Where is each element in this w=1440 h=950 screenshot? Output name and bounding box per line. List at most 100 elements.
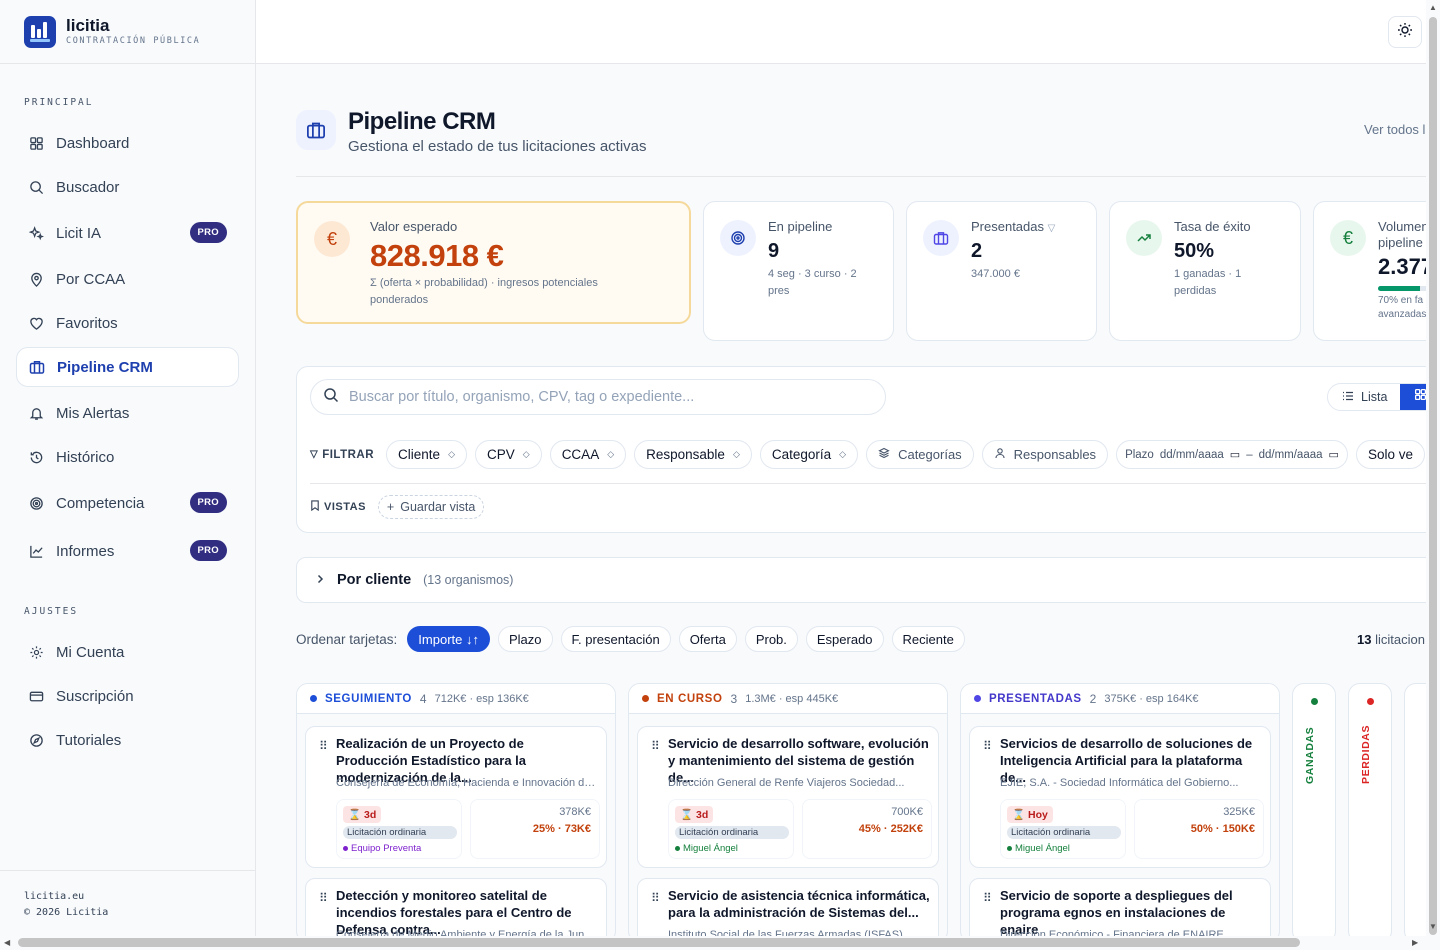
search-input[interactable]	[349, 389, 869, 405]
column-ganadas-collapsed[interactable]: GANADAS	[1292, 683, 1336, 937]
status-dot	[1367, 698, 1374, 705]
categorias-button[interactable]: Categorías	[866, 440, 974, 469]
sort-reciente[interactable]: Reciente	[891, 626, 965, 652]
sidebar-item-buscador[interactable]: Buscador	[16, 167, 239, 207]
kpi-label-text: Presentadas	[971, 219, 1044, 234]
date-to-input[interactable]: dd/mm/aaaa	[1259, 449, 1323, 461]
column-meta: 375K€ · esp 164K€	[1104, 692, 1199, 705]
drag-handle-icon[interactable]: ⠿	[651, 891, 660, 905]
scroll-up-icon[interactable]: ▲	[1429, 3, 1437, 12]
scroll-left-icon[interactable]: ◀	[4, 938, 10, 947]
divider	[296, 176, 1426, 177]
sort-fecha-presentacion[interactable]: F. presentación	[560, 626, 671, 652]
sort-esperado[interactable]: Esperado	[805, 626, 884, 652]
compass-icon	[28, 732, 44, 748]
plazo-label: Plazo	[1125, 448, 1154, 461]
sidebar-footer: licitia.eu © 2026 Licitia	[0, 870, 255, 939]
column-perdidas-collapsed[interactable]: PERDIDAS	[1348, 683, 1392, 937]
save-view-button[interactable]: + Guardar vista	[377, 495, 485, 519]
sidebar-item-tutoriales[interactable]: Tutoriales	[16, 720, 239, 760]
responsables-button[interactable]: Responsables	[981, 440, 1109, 469]
tender-card[interactable]: ⠿ Detección y monitoreo satelital de inc…	[305, 878, 607, 937]
kpi-label: Volumen pipeline	[1378, 219, 1426, 250]
filter-categoria-select[interactable]: Categoría ◇	[759, 440, 859, 469]
heart-icon	[28, 315, 44, 331]
filter-ccaa-select[interactable]: CCAA ◇	[549, 440, 627, 469]
sidebar-item-label: Por CCAA	[56, 270, 126, 288]
footer-copyright: © 2026 Licitia	[24, 907, 109, 918]
sort-probabilidad[interactable]: Prob.	[744, 626, 798, 652]
target-icon	[28, 495, 44, 511]
filter-cliente-select[interactable]: Cliente ◇	[386, 440, 467, 469]
drag-handle-icon[interactable]: ⠿	[651, 739, 660, 753]
column-seguimiento: SEGUIMIENTO 4 712K€ · esp 136K€ ⠿ Realiz…	[296, 683, 616, 937]
sort-importe[interactable]: Importe ↓↑	[407, 626, 490, 652]
sidebar-item-mi-cuenta[interactable]: Mi Cuenta	[16, 632, 239, 672]
scroll-down-icon[interactable]: ▼	[1429, 922, 1437, 931]
solo-ver-toggle[interactable]: Solo ve	[1355, 440, 1425, 469]
date-from-input[interactable]: dd/mm/aaaa	[1160, 449, 1224, 461]
list-icon	[1342, 390, 1354, 405]
save-view-label: Guardar vista	[400, 500, 476, 514]
target-icon	[720, 220, 756, 256]
column-collapsed-partial[interactable]	[1404, 683, 1426, 937]
sidebar-item-dashboard[interactable]: Dashboard	[16, 123, 239, 163]
sidebar-item-competencia[interactable]: Competencia PRO	[16, 483, 239, 523]
sidebar-item-label: Favoritos	[56, 314, 118, 332]
sidebar-item-label: Buscador	[56, 178, 120, 196]
sidebar-item-informes[interactable]: Informes PRO	[16, 531, 239, 571]
drag-handle-icon[interactable]: ⠿	[319, 891, 328, 905]
group-by-client-toggle[interactable]: Por cliente (13 organismos)	[296, 557, 1426, 603]
tender-card[interactable]: ⠿ Realización de un Proyecto de Producci…	[305, 726, 607, 868]
page-subtitle: Gestiona el estado de tus licitaciones a…	[348, 138, 647, 155]
card-amount: 700K€	[891, 806, 923, 818]
sidebar-item-mis-alertas[interactable]: Mis Alertas	[16, 393, 239, 433]
filter-cpv-select[interactable]: CPV ◇	[475, 440, 542, 469]
views-row: VISTAS + Guardar vista	[310, 495, 485, 519]
see-all-link[interactable]: Ver todos l	[1364, 122, 1425, 137]
tender-card[interactable]: ⠿ Servicio de soporte a despliegues del …	[969, 878, 1271, 937]
sidebar-item-label: Informes	[56, 542, 115, 560]
search-box[interactable]	[310, 379, 886, 415]
filter-responsable-select[interactable]: Responsable ◇	[634, 440, 752, 469]
tender-card[interactable]: ⠿ Servicio de desarrollo software, evolu…	[637, 726, 939, 868]
sidebar-item-licit-ia[interactable]: Licit IA PRO	[16, 213, 239, 253]
list-view-button[interactable]: Lista	[1328, 390, 1400, 405]
sidebar-item-label: Suscripción	[56, 687, 134, 705]
sidebar-item-suscripcion[interactable]: Suscripción	[16, 676, 239, 716]
tender-card[interactable]: ⠿ Servicio de asistencia técnica informá…	[637, 878, 939, 937]
brand[interactable]: licitia CONTRATACIÓN PÚBLICA	[0, 0, 255, 64]
sidebar-item-por-ccaa[interactable]: Por CCAA	[16, 259, 239, 299]
owner-name: Miguel Ángel	[683, 843, 738, 854]
sidebar-item-pipeline-crm[interactable]: Pipeline CRM	[16, 347, 239, 387]
calendar-icon[interactable]: ▭	[1230, 448, 1240, 461]
vertical-scrollbar[interactable]: ▲ ▼	[1426, 0, 1440, 950]
drag-handle-icon[interactable]: ⠿	[983, 739, 992, 753]
deadline-badge: ⌛ 3d	[343, 806, 382, 823]
status-dot	[642, 695, 649, 702]
date-range-dash: –	[1246, 448, 1253, 461]
briefcase-icon	[923, 220, 959, 256]
tender-card[interactable]: ⠿ Servicios de desarrollo de soluciones …	[969, 726, 1271, 868]
filter-icon[interactable]: ▽	[1048, 223, 1056, 234]
scrollbar-thumb[interactable]	[18, 938, 1300, 947]
drag-handle-icon[interactable]: ⠿	[319, 739, 328, 753]
sidebar-item-favoritos[interactable]: Favoritos	[16, 303, 239, 343]
filter-label: ▽ FILTRAR	[310, 449, 374, 461]
owner-dot	[343, 846, 348, 851]
section-label-principal: PRINCIPAL	[24, 97, 94, 108]
drag-handle-icon[interactable]: ⠿	[983, 891, 992, 905]
board-view-button[interactable]	[1400, 384, 1426, 410]
footer-site[interactable]: licitia.eu	[24, 889, 231, 905]
theme-toggle-button[interactable]	[1388, 16, 1422, 48]
sort-plazo[interactable]: Plazo	[497, 626, 553, 652]
sort-oferta[interactable]: Oferta	[678, 626, 737, 652]
horizontal-scrollbar[interactable]: ◀ ▶	[0, 936, 1426, 950]
deadline-badge: ⌛ Hoy	[1007, 806, 1053, 823]
scrollbar-thumb[interactable]	[1429, 17, 1437, 935]
sidebar-item-historico[interactable]: Histórico	[16, 437, 239, 477]
calendar-icon[interactable]: ▭	[1329, 448, 1339, 461]
owner-tag: Equipo Preventa	[343, 843, 421, 854]
scroll-right-icon[interactable]: ▶	[1412, 938, 1418, 947]
procedure-tag: Licitación ordinaria	[343, 826, 457, 839]
